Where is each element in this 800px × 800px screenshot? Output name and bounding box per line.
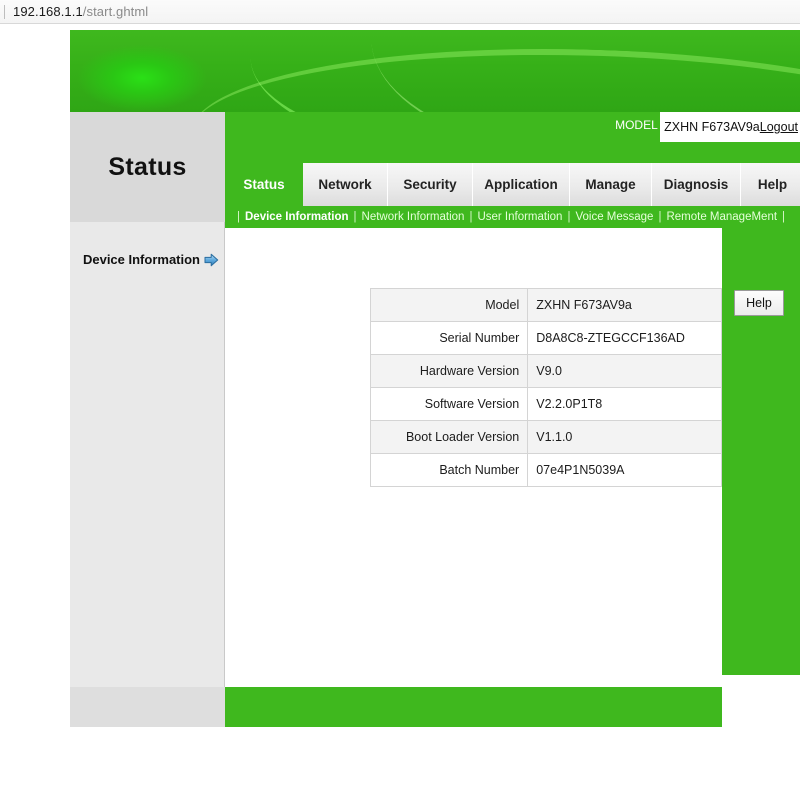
- url-path: /start.ghtml: [82, 4, 149, 19]
- help-button[interactable]: Help: [734, 290, 784, 316]
- sidebar-item-device-information[interactable]: Device Information: [70, 252, 225, 267]
- row-label-batch-number: Batch Number: [369, 453, 529, 487]
- header-banner: [70, 30, 800, 112]
- sidebar: Device Information: [70, 222, 225, 687]
- row-value-model: ZXHN F673AV9a: [527, 288, 722, 322]
- model-label: MODEL :: [615, 118, 664, 132]
- tab-help[interactable]: Help: [741, 163, 800, 206]
- subnav-item-voice-message[interactable]: Voice Message: [575, 211, 653, 223]
- subnav-divider: |: [469, 211, 473, 223]
- row-value-serial-number: D8A8C8-ZTEGCCF136AD: [527, 321, 722, 355]
- model-value: ZXHN F673AV9a: [664, 120, 760, 134]
- row-label-software-version: Software Version: [369, 387, 529, 421]
- tab-security[interactable]: Security: [388, 163, 473, 206]
- sub-nav-bar: | Device Information | Network Informati…: [225, 206, 800, 228]
- router-admin-page: MODEL : ZXHN F673AV9a Logout Status Statu…: [70, 30, 800, 727]
- row-label-hardware-version: Hardware Version: [369, 354, 529, 388]
- row-value-batch-number: 07e4P1N5039A: [527, 453, 722, 487]
- footer-sidebar-filler: [70, 687, 225, 727]
- sidebar-item-label: Device Information: [82, 252, 200, 267]
- row-value-software-version: V2.2.0P1T8: [527, 387, 722, 421]
- footer-bar: [225, 687, 722, 727]
- tab-application[interactable]: Application: [473, 163, 570, 206]
- table-row: Software Version V2.2.0P1T8: [369, 387, 722, 421]
- tab-diagnosis[interactable]: Diagnosis: [652, 163, 741, 206]
- tab-status[interactable]: Status: [225, 163, 303, 206]
- tab-manage[interactable]: Manage: [570, 163, 652, 206]
- content-area: Model ZXHN F673AV9a Serial Number D8A8C8…: [226, 228, 722, 687]
- blue-right-arrow-icon: [204, 253, 219, 267]
- url-host: 192.168.1.1: [13, 4, 83, 19]
- subnav-item-remote-management[interactable]: Remote ManageMent: [666, 211, 777, 223]
- row-label-model: Model: [369, 288, 529, 322]
- logout-link[interactable]: Logout: [760, 120, 798, 134]
- url-bar-divider: [4, 4, 5, 19]
- table-row: Model ZXHN F673AV9a: [369, 288, 722, 322]
- page-title: Status: [108, 152, 187, 181]
- subnav-divider: |: [567, 211, 571, 223]
- browser-url-bar[interactable]: 192.168.1.1/start.ghtml: [0, 0, 800, 24]
- table-row: Batch Number 07e4P1N5039A: [369, 453, 722, 487]
- row-label-serial-number: Serial Number: [369, 321, 529, 355]
- subnav-item-network-information[interactable]: Network Information: [362, 211, 465, 223]
- subnav-item-user-information[interactable]: User Information: [477, 211, 562, 223]
- subnav-divider: |: [237, 211, 240, 223]
- subnav-divider: |: [658, 211, 662, 223]
- device-information-table: Model ZXHN F673AV9a Serial Number D8A8C8…: [369, 288, 722, 487]
- subnav-divider: |: [353, 211, 357, 223]
- table-row: Boot Loader Version V1.1.0: [369, 420, 722, 454]
- url-text: 192.168.1.1/start.ghtml: [13, 4, 148, 19]
- table-row: Serial Number D8A8C8-ZTEGCCF136AD: [369, 321, 722, 355]
- row-value-hardware-version: V9.0: [527, 354, 722, 388]
- right-panel: Help: [722, 228, 800, 675]
- tab-network[interactable]: Network: [303, 163, 388, 206]
- subnav-divider: |: [782, 211, 786, 223]
- section-title-panel: Status: [70, 112, 225, 222]
- row-label-boot-loader-version: Boot Loader Version: [369, 420, 529, 454]
- model-value-group: ZXHN F673AV9a Logout: [660, 112, 800, 142]
- row-value-boot-loader-version: V1.1.0: [527, 420, 722, 454]
- table-row: Hardware Version V9.0: [369, 354, 722, 388]
- subnav-item-device-information[interactable]: Device Information: [245, 211, 349, 223]
- main-tab-bar: Status Network Security Application Mana…: [225, 163, 800, 206]
